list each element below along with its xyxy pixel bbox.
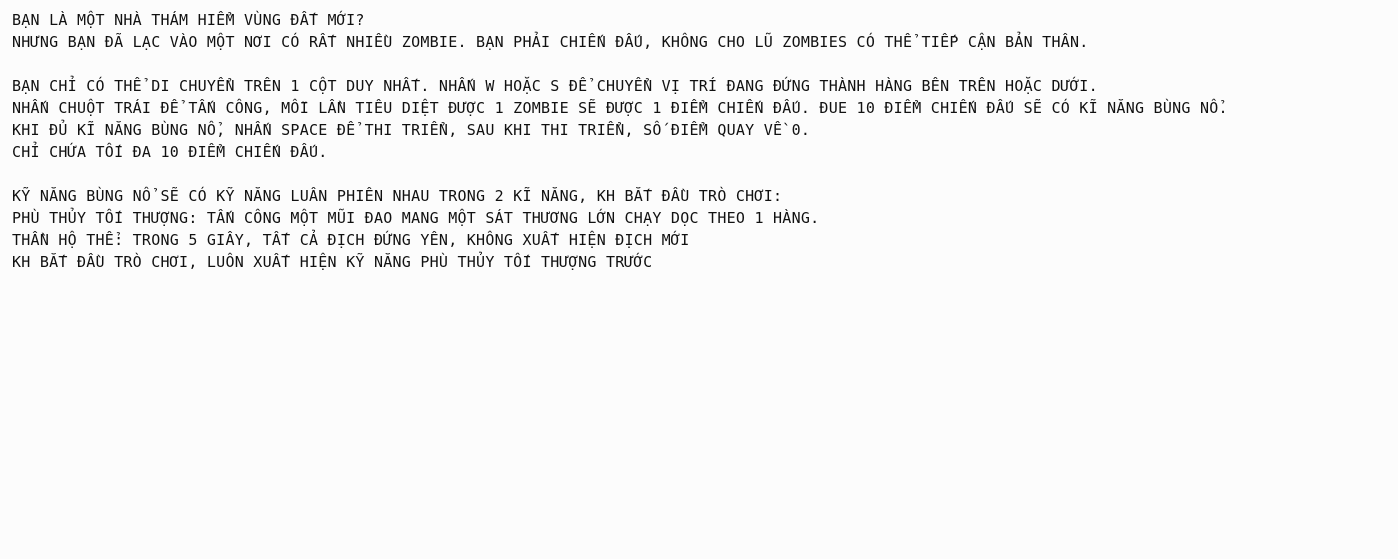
controls-line-movement: BẠN CHỈ CÓ THỂ DI CHUYỂN TRÊN 1 CỘT DUY … — [12, 77, 1098, 95]
skills-line-intro: KỸ NĂNG BÙNG NỔ SẼ CÓ KỸ NĂNG LUÂN PHIÊN… — [12, 187, 783, 205]
intro-line-question: BẠN LÀ MỘT NHÀ THÁM HIỂM VÙNG ĐẤT MỚI? — [12, 11, 365, 29]
skills-line-sorcerer: PHÙ THỦY TỐI THƯỢNG: TẤN CÔNG MỘT MŨI ĐA… — [12, 209, 820, 227]
skills-section: KỸ NĂNG BÙNG NỔ SẼ CÓ KỸ NĂNG LUÂN PHIÊN… — [12, 185, 1398, 273]
intro-section: BẠN LÀ MỘT NHÀ THÁM HIỂM VÙNG ĐẤT MỚI? N… — [12, 9, 1398, 53]
controls-line-max-points: CHỈ CHỨA TỐI ĐA 10 ĐIỂM CHIẾN ĐẤU. — [12, 143, 328, 161]
controls-line-attack: NHẤN CHUỘT TRÁI ĐỂ TẤN CÔNG, MỖI LẦN TIÊ… — [12, 99, 1228, 117]
skills-line-guardian: THẦN HỘ THỂ: TRONG 5 GIÂY, TẤT CẢ ĐỊCH Đ… — [12, 231, 690, 249]
controls-line-burst: KHI ĐỦ KĨ NĂNG BÙNG NỔ, NHẤN SPACE ĐỂ TH… — [12, 121, 811, 139]
intro-line-story: NHƯNG BẠN ĐÃ LẠC VÀO MỘT NƠI CÓ RẤT NHIỀ… — [12, 33, 1089, 51]
game-instructions-screen: BẠN LÀ MỘT NHÀ THÁM HIỂM VÙNG ĐẤT MỚI? N… — [0, 0, 1398, 559]
skills-line-first-skill: KH BẮT ĐẦU TRÒ CHƠI, LUÔN XUẤT HIỆN KỸ N… — [12, 253, 653, 271]
controls-section: BẠN CHỈ CÓ THỂ DI CHUYỂN TRÊN 1 CỘT DUY … — [12, 75, 1398, 163]
